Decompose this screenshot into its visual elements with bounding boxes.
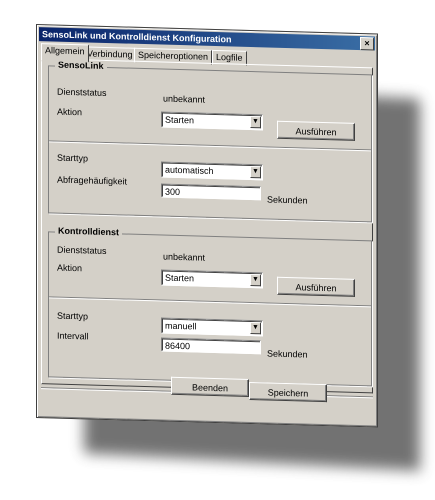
sensolink-poll-label: Abfragehäufigkeit	[57, 174, 128, 187]
kontrolldienst-action-value: Starten	[165, 272, 195, 284]
kontrolldienst-interval-input[interactable]: 86400	[161, 337, 261, 355]
kontrolldienst-starttype-value: manuell	[165, 320, 197, 332]
kontrolldienst-starttype-label: Starttyp	[57, 310, 89, 322]
tab-allgemein[interactable]: Allgemein	[41, 43, 89, 63]
kontrolldienst-group-title: Kontrolldienst	[55, 225, 122, 238]
sensolink-status-label: Dienststatus	[57, 86, 107, 98]
sensolink-starttype-label: Starttyp	[57, 152, 89, 164]
sensolink-status-value: unbekannt	[163, 93, 206, 105]
config-window: SensoLink und Kontrolldienst Konfigurati…	[36, 24, 378, 428]
sensolink-starttype-value: automatisch	[165, 164, 214, 176]
kontrolldienst-status-value: unbekannt	[163, 251, 206, 263]
kontrolldienst-interval-label: Intervall	[57, 330, 89, 342]
kontrolldienst-action-select[interactable]: Starten ▼	[161, 269, 263, 289]
sensolink-action-select[interactable]: Starten ▼	[161, 111, 263, 131]
chevron-down-icon[interactable]: ▼	[250, 321, 261, 335]
sensolink-group: SensoLink Dienststatus unbekannt Aktion …	[48, 59, 372, 223]
kontrolldienst-execute-button[interactable]: Ausführen	[277, 276, 355, 297]
sensolink-poll-unit: Sekunden	[267, 194, 308, 206]
divider	[49, 296, 371, 308]
kontrolldienst-interval-unit: Sekunden	[267, 348, 308, 360]
save-button[interactable]: Speichern	[249, 381, 327, 403]
chevron-down-icon[interactable]: ▼	[250, 165, 261, 179]
window-title: SensoLink und Kontrolldienst Konfigurati…	[42, 29, 232, 45]
kontrolldienst-action-label: Aktion	[57, 262, 83, 274]
sensolink-action-value: Starten	[165, 114, 195, 126]
sensolink-poll-input[interactable]: 300	[161, 183, 261, 201]
quit-button[interactable]: Beenden	[171, 376, 249, 397]
chevron-down-icon[interactable]: ▼	[250, 115, 261, 129]
sensolink-execute-button[interactable]: Ausführen	[277, 120, 355, 141]
kontrolldienst-starttype-select[interactable]: manuell ▼	[161, 317, 263, 337]
sensolink-starttype-select[interactable]: automatisch ▼	[161, 161, 263, 181]
divider	[49, 140, 371, 152]
kontrolldienst-status-label: Dienststatus	[57, 244, 107, 256]
tab-panel-allgemein: SensoLink Dienststatus unbekannt Aktion …	[41, 58, 373, 394]
close-icon[interactable]: ×	[360, 37, 374, 51]
kontrolldienst-group: Kontrolldienst Dienststatus unbekannt Ak…	[48, 225, 372, 387]
sensolink-action-label: Aktion	[57, 106, 83, 118]
chevron-down-icon[interactable]: ▼	[250, 273, 261, 287]
